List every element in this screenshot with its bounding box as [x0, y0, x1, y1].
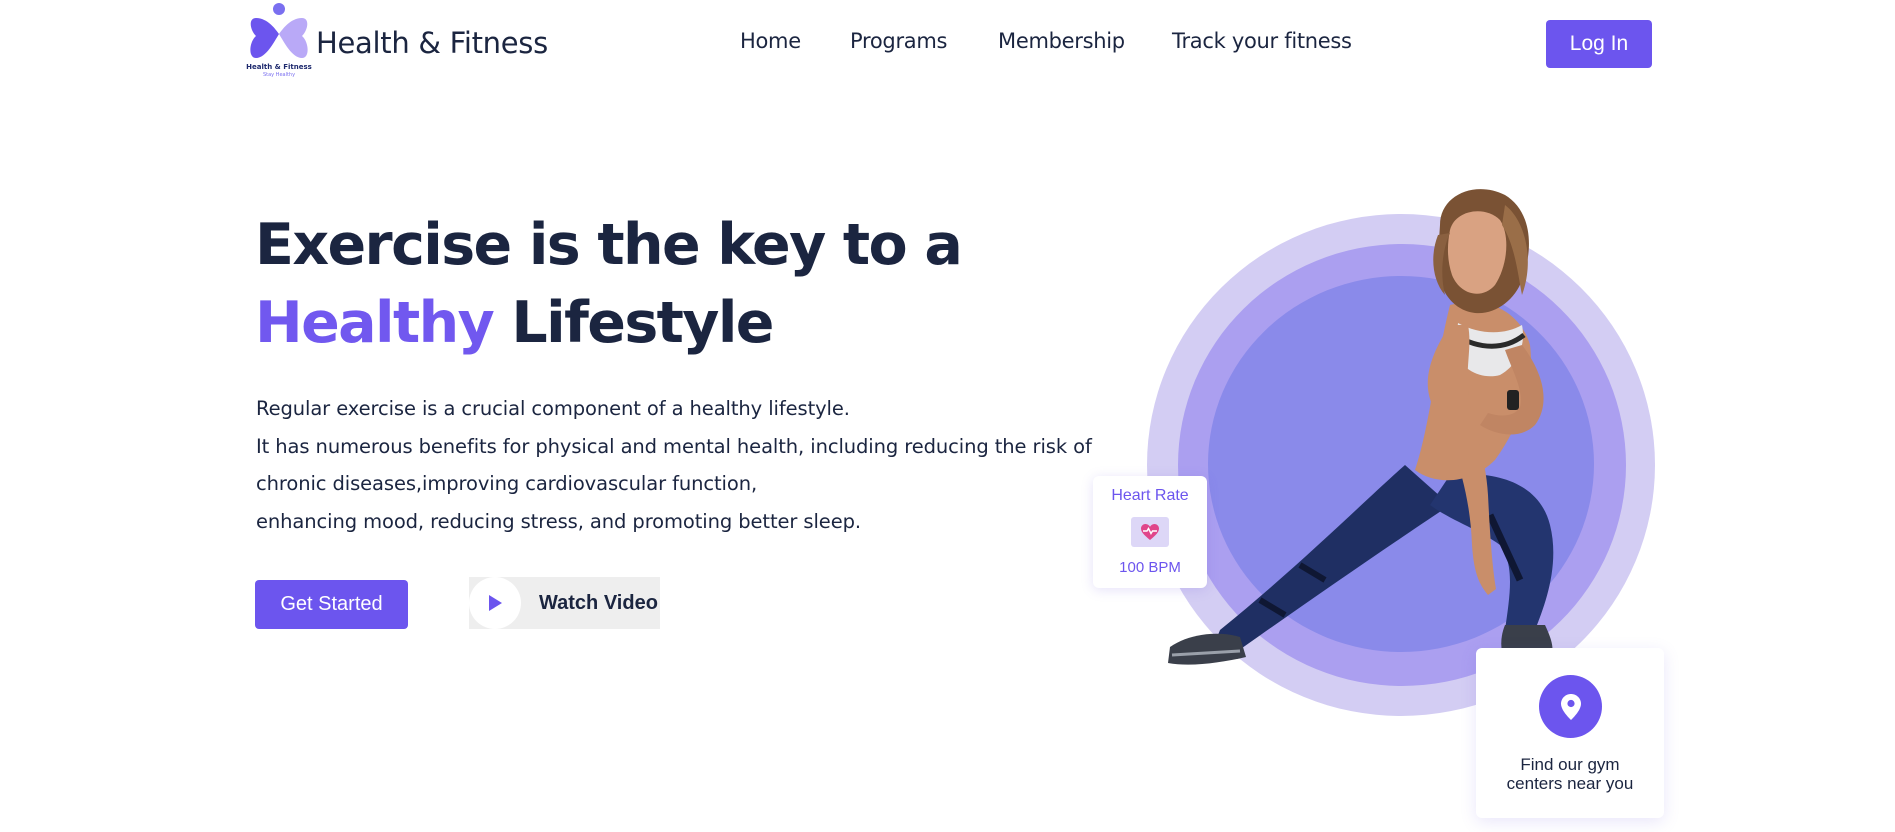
hero-paragraph-line: enhancing mood, reducing stress, and pro…: [256, 510, 861, 533]
nav-link-track-fitness[interactable]: Track your fitness: [1172, 29, 1352, 53]
play-icon[interactable]: [469, 577, 521, 629]
watch-video-label: Watch Video: [539, 591, 658, 614]
hero-paragraph-line: It has numerous benefits for physical an…: [256, 435, 1092, 458]
find-gym-card[interactable]: Find our gym centers near you: [1476, 648, 1664, 818]
hero-headline-line2: Healthy Lifestyle: [255, 290, 774, 356]
logo-mark-icon: [250, 3, 308, 58]
hero-headline-line1: Exercise is the key to a: [255, 212, 963, 278]
site-title[interactable]: Health & Fitness: [316, 26, 548, 60]
login-button[interactable]: Log In: [1546, 20, 1652, 68]
logo-tagline: Stay Healthy: [262, 72, 296, 78]
get-started-button[interactable]: Get Started: [255, 580, 408, 629]
heart-rate-value: 100 BPM: [1119, 559, 1181, 576]
heart-rate-title: Heart Rate: [1111, 487, 1189, 504]
heart-pulse-icon: [1131, 517, 1169, 547]
hero-paragraph-line: Regular exercise is a crucial component …: [256, 397, 850, 420]
hero-headline-accent: Healthy: [255, 290, 495, 356]
nav-link-home[interactable]: Home: [740, 29, 801, 53]
find-gym-text-line1: Find our gym: [1520, 755, 1620, 774]
find-gym-text: Find our gym centers near you: [1476, 755, 1664, 793]
hero-paragraph-line: chronic diseases,improving cardiovascula…: [256, 472, 758, 495]
find-gym-text-line2: centers near you: [1506, 774, 1634, 793]
location-pin-icon: [1539, 675, 1602, 738]
logo[interactable]: Health & Fitness Stay Healthy: [244, 2, 314, 78]
logo-name: Health & Fitness: [246, 63, 312, 71]
heart-rate-card: Heart Rate 100 BPM: [1093, 476, 1207, 588]
nav-link-programs[interactable]: Programs: [850, 29, 947, 53]
hero-headline-rest: Lifestyle: [511, 290, 774, 356]
athlete-image: [1168, 189, 1554, 665]
nav-link-membership[interactable]: Membership: [998, 29, 1125, 53]
watch-video-button[interactable]: Watch Video: [469, 577, 660, 629]
